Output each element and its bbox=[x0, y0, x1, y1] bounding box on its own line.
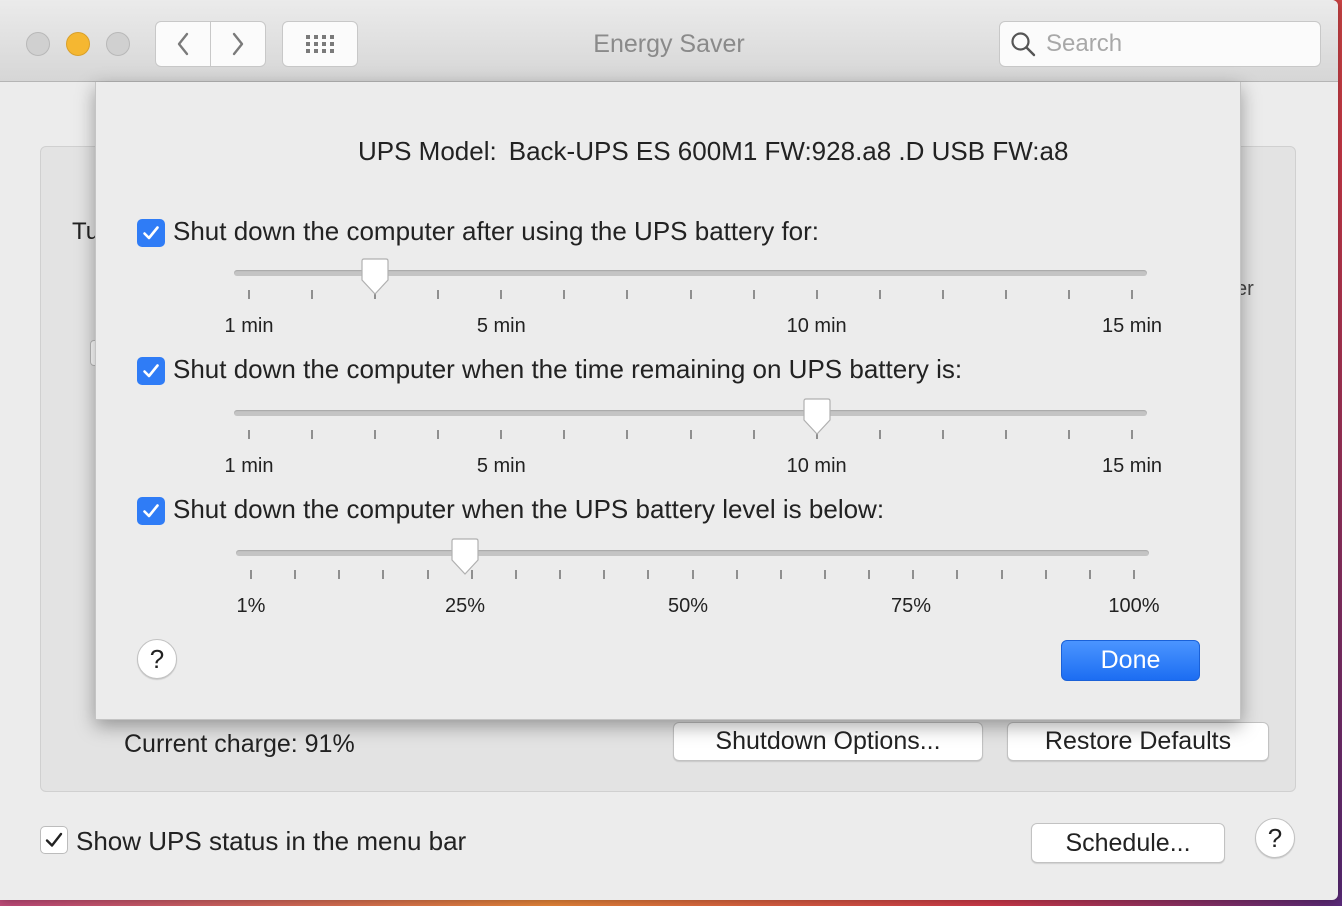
shutdown-options-button[interactable]: Shutdown Options... bbox=[673, 722, 983, 761]
done-button[interactable]: Done bbox=[1061, 640, 1200, 681]
slider-tick bbox=[626, 430, 629, 439]
slider-thumb[interactable] bbox=[359, 258, 391, 296]
slider-tick bbox=[500, 430, 503, 439]
slider-tick bbox=[1067, 290, 1070, 299]
slider-tick bbox=[956, 570, 959, 579]
ups-model-value: Back-UPS ES 600M1 FW:928.a8 .D USB FW:a8 bbox=[508, 136, 1069, 166]
slider-tick bbox=[563, 290, 566, 299]
slider-tick bbox=[426, 570, 429, 579]
slider-tick-label: 100% bbox=[1108, 595, 1160, 617]
slider-tick bbox=[878, 430, 881, 439]
slider-tick bbox=[1088, 570, 1091, 579]
checkmark-icon bbox=[143, 226, 159, 240]
slider-tick-label: 10 min bbox=[786, 455, 847, 477]
slider-tick bbox=[868, 570, 871, 579]
slider-tick-label: 1 min bbox=[224, 315, 274, 337]
slider-tick bbox=[250, 570, 252, 579]
slider-tick bbox=[689, 290, 692, 299]
slider-tick bbox=[603, 570, 606, 579]
shutdown-option-label-2[interactable]: Shut down the computer when the time rem… bbox=[173, 354, 962, 385]
slider-tick bbox=[779, 570, 782, 579]
slider-tick bbox=[1131, 290, 1133, 299]
title-bar: Energy Saver bbox=[0, 0, 1338, 82]
slider-tick bbox=[1004, 290, 1007, 299]
schedule-button[interactable]: Schedule... bbox=[1031, 823, 1225, 863]
slider-tick bbox=[941, 290, 944, 299]
slider-tick bbox=[752, 430, 755, 439]
slider-tick bbox=[626, 290, 629, 299]
slider-tick bbox=[248, 290, 250, 299]
slider-tick bbox=[374, 430, 377, 439]
slider-tick bbox=[1044, 570, 1047, 579]
slider-tick-label: 25% bbox=[445, 595, 486, 617]
slider-tick bbox=[437, 430, 440, 439]
slider-tick-label: 1% bbox=[236, 595, 266, 617]
slider-tick bbox=[691, 570, 694, 579]
slider-tick-label: 50% bbox=[668, 595, 709, 617]
slider-tick-label: 5 min bbox=[476, 455, 526, 477]
slider-tick-label: 10 min bbox=[786, 315, 847, 337]
slider-tick bbox=[735, 570, 738, 579]
slider-tick bbox=[563, 430, 566, 439]
checkmark-icon bbox=[143, 504, 159, 518]
slider-tick bbox=[878, 290, 881, 299]
slider-tick bbox=[338, 570, 341, 579]
checkmark-icon bbox=[143, 364, 159, 378]
slider-tick-label: 1 min bbox=[224, 455, 274, 477]
slider-tick bbox=[1067, 430, 1070, 439]
ups-model-label: UPS Model: bbox=[358, 136, 497, 166]
shutdown-option-checkbox-1[interactable] bbox=[137, 219, 165, 247]
checkmark-icon bbox=[45, 832, 63, 847]
slider-tick bbox=[1133, 570, 1135, 579]
slider-tick bbox=[500, 290, 503, 299]
slider-tick bbox=[941, 430, 944, 439]
search-field[interactable] bbox=[999, 21, 1321, 67]
shutdown-option-label-1[interactable]: Shut down the computer after using the U… bbox=[173, 216, 819, 247]
slider-tick bbox=[1004, 430, 1007, 439]
slider-tick bbox=[823, 570, 826, 579]
slider-tick bbox=[437, 290, 440, 299]
search-input[interactable] bbox=[1046, 30, 1306, 58]
slider-tick bbox=[689, 430, 692, 439]
slider-tick-label: 5 min bbox=[476, 315, 526, 337]
restore-defaults-button[interactable]: Restore Defaults bbox=[1007, 722, 1269, 761]
slider-tick bbox=[752, 290, 755, 299]
slider-tick-label: 15 min bbox=[1101, 315, 1163, 337]
shutdown-option-checkbox-2[interactable] bbox=[137, 357, 165, 385]
slider-thumb[interactable] bbox=[449, 538, 481, 576]
energy-saver-window: Energy Saver Tu er Current charge: 91% S… bbox=[0, 0, 1338, 900]
slider-tick bbox=[815, 290, 818, 299]
slider-tick bbox=[912, 570, 915, 579]
slider-track[interactable] bbox=[236, 550, 1149, 556]
slider-tick-label: 15 min bbox=[1101, 455, 1163, 477]
slider-tick bbox=[311, 290, 314, 299]
slider-thumb[interactable] bbox=[801, 398, 833, 436]
shutdown-option-checkbox-3[interactable] bbox=[137, 497, 165, 525]
slider-tick bbox=[248, 430, 250, 439]
shutdown-option-label-3[interactable]: Shut down the computer when the UPS batt… bbox=[173, 494, 884, 525]
show-ups-status-checkbox[interactable] bbox=[40, 826, 68, 854]
current-charge-label: Current charge: 91% bbox=[124, 730, 355, 758]
ups-model-line: UPS Model: Back-UPS ES 600M1 FW:928.a8 .D… bbox=[358, 136, 1068, 167]
slider-tick bbox=[382, 570, 385, 579]
slider-tick bbox=[294, 570, 297, 579]
slider-tick bbox=[514, 570, 517, 579]
slider-tick-label: 75% bbox=[891, 595, 932, 617]
search-icon bbox=[1011, 32, 1036, 57]
slider-track[interactable] bbox=[234, 410, 1147, 416]
shutdown-options-sheet: UPS Model: Back-UPS ES 600M1 FW:928.a8 .D… bbox=[95, 82, 1241, 720]
slider-tick bbox=[1000, 570, 1003, 579]
help-button[interactable]: ? bbox=[1255, 818, 1295, 858]
slider-tick bbox=[1131, 430, 1133, 439]
show-ups-status-label[interactable]: Show UPS status in the menu bar bbox=[76, 826, 466, 857]
slider-tick bbox=[311, 430, 314, 439]
slider-tick bbox=[647, 570, 650, 579]
sheet-help-button[interactable]: ? bbox=[137, 639, 177, 679]
slider-tick bbox=[559, 570, 562, 579]
